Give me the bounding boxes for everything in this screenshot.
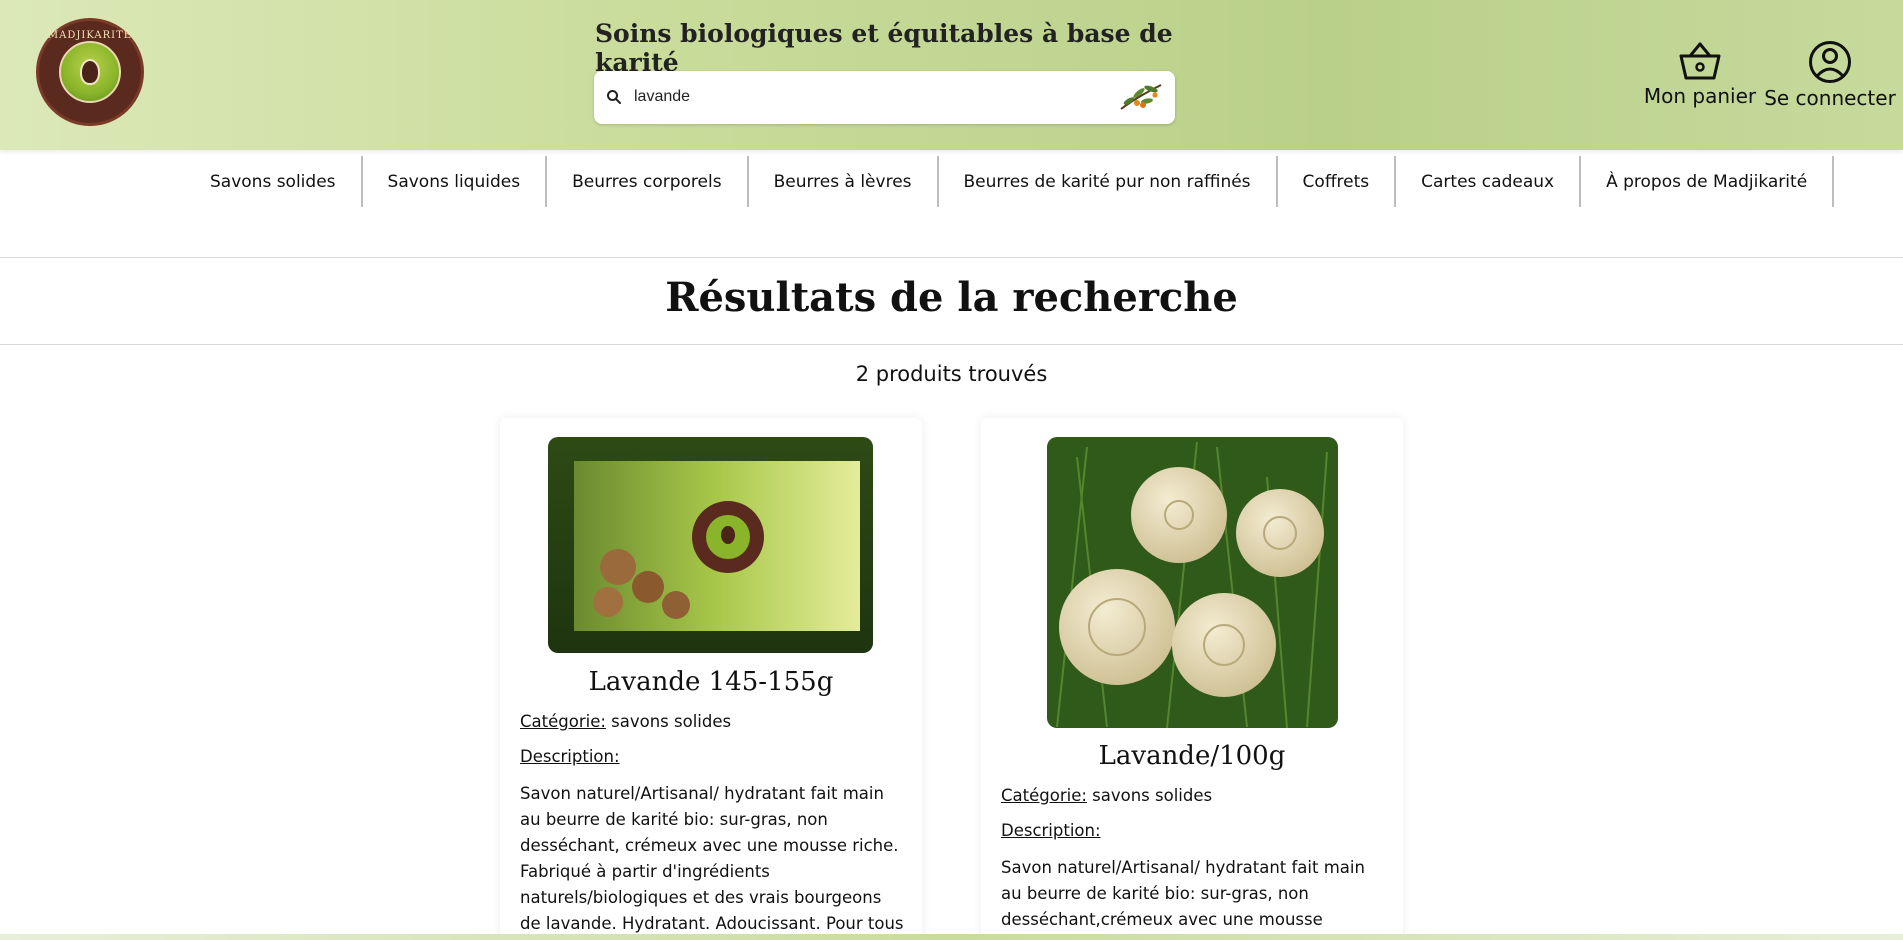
logo-seed-icon [80, 59, 100, 85]
nav-item-a-propos[interactable]: À propos de Madjikarité [1581, 156, 1835, 207]
site-header: MADJIKARITÉ Soins biologiques et équitab… [0, 0, 1903, 150]
product-image[interactable] [548, 437, 873, 653]
product-title[interactable]: Lavande/100g [981, 741, 1403, 771]
product-title[interactable]: Lavande 145-155g [500, 667, 922, 697]
search-icon[interactable] [606, 89, 622, 105]
login-button[interactable]: Se connecter [1757, 40, 1903, 110]
cart-label: Mon panier [1643, 84, 1757, 108]
category-label: Catégorie: [520, 712, 606, 731]
nav-item-beurres-corporels[interactable]: Beurres corporels [547, 156, 749, 207]
product-category: Catégorie: savons solides [1001, 786, 1386, 805]
user-account-icon [1809, 41, 1851, 83]
product-card[interactable]: Lavande/100g Catégorie: savons solides D… [981, 418, 1403, 940]
product-category: Catégorie: savons solides [520, 712, 905, 731]
product-card[interactable]: Lavande 145-155g Catégorie: savons solid… [500, 418, 922, 940]
description-label: Description: [520, 747, 620, 766]
page-title: Résultats de la recherche [665, 274, 1238, 321]
cart-button[interactable]: Mon panier [1626, 40, 1774, 108]
product-image[interactable] [1047, 437, 1338, 728]
logo-emblem [59, 41, 121, 103]
nav-item-coffrets[interactable]: Coffrets [1278, 156, 1397, 207]
nav-item-savons-liquides[interactable]: Savons liquides [363, 156, 548, 207]
nav-item-savons-solides[interactable]: Savons solides [185, 156, 363, 207]
logo-text: MADJIKARITÉ [47, 30, 133, 41]
nav-item-cartes-cadeaux[interactable]: Cartes cadeaux [1396, 156, 1582, 207]
category-value: savons solides [1092, 786, 1213, 805]
search-bar[interactable] [594, 71, 1175, 124]
bottom-scroll-strip [0, 934, 1903, 940]
description-label: Description: [1001, 821, 1101, 840]
nav-item-beurres-karite-pur[interactable]: Beurres de karité pur non raffinés [939, 156, 1278, 207]
site-tagline: Soins biologiques et équitables à base d… [595, 19, 1173, 77]
login-label: Se connecter [1764, 86, 1896, 110]
description-heading: Description: [1001, 821, 1386, 840]
product-description: Savon naturel/Artisanal/ hydratant fait … [1001, 858, 1365, 929]
nav-item-beurres-levres[interactable]: Beurres à lèvres [749, 156, 939, 207]
shea-branch-icon [1120, 84, 1162, 110]
brand-logo[interactable]: MADJIKARITÉ [36, 18, 144, 126]
description-heading: Description: [520, 747, 905, 766]
results-count: 2 produits trouvés [855, 362, 1048, 386]
nav-list: Savons solides Savons liquides Beurres c… [185, 156, 1835, 207]
search-input[interactable] [634, 81, 1074, 113]
category-label: Catégorie: [1001, 786, 1087, 805]
category-value: savons solides [611, 712, 732, 731]
main-navigation: Savons solides Savons liquides Beurres c… [0, 150, 1903, 258]
product-description: Savon naturel/Artisanal/ hydratant fait … [520, 784, 904, 933]
basket-icon [1679, 42, 1721, 80]
results-header: Résultats de la recherche [0, 258, 1903, 345]
